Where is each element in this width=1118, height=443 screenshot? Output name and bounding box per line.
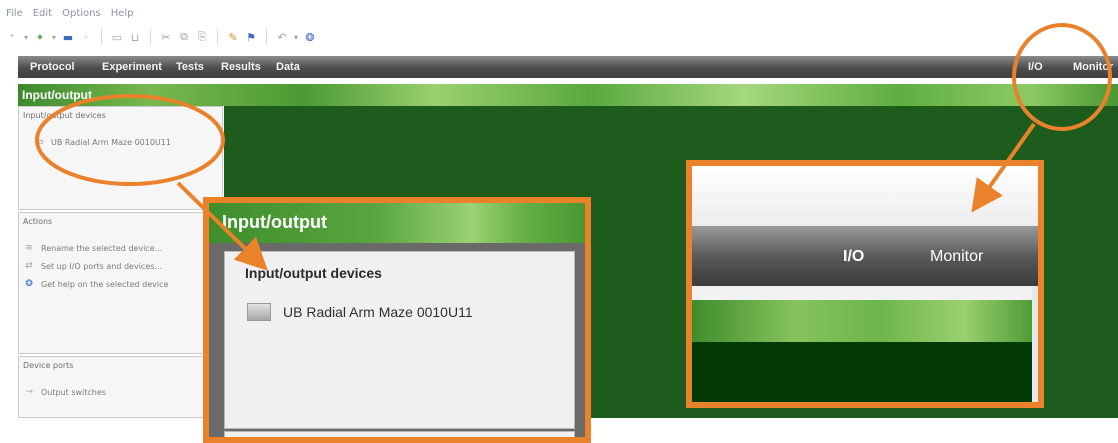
highlight-circle-io [1012, 23, 1112, 131]
callout-arrow-right [971, 122, 1036, 213]
highlight-circle-devices [35, 94, 225, 186]
callout-arrow-left [176, 181, 268, 271]
annotation-overlay [35, 23, 1112, 271]
